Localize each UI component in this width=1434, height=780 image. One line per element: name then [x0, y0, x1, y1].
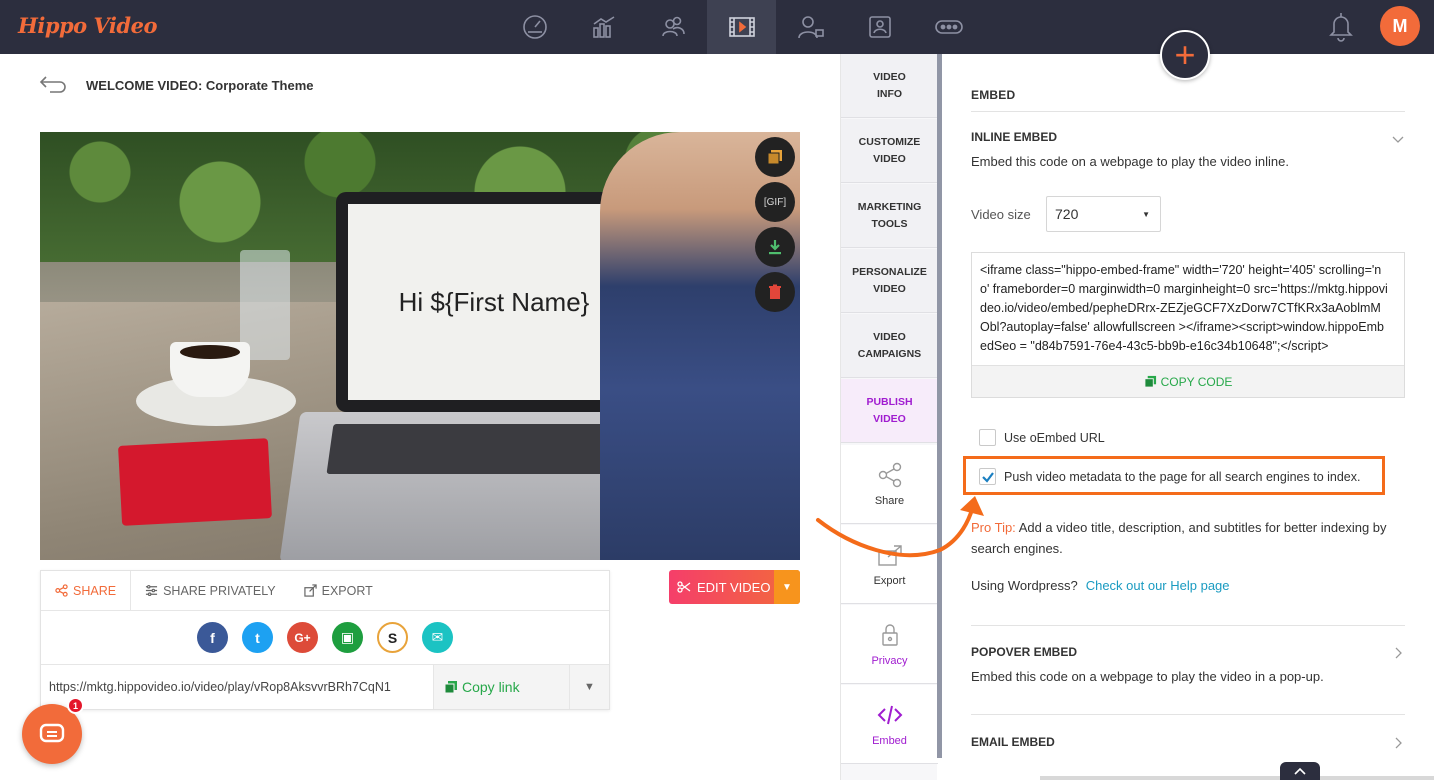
scissors-icon	[677, 581, 691, 593]
hippo-video-logo[interactable]: Hippo Video	[18, 13, 157, 38]
share-panel: SHARE SHARE PRIVATELY EXPORT f t G+ ▣ S …	[40, 570, 610, 710]
download-button[interactable]	[755, 227, 795, 267]
chat-notification-badge: 1	[67, 697, 84, 714]
chevron-right-icon[interactable]	[1392, 737, 1404, 749]
publish-side-menu: VIDEO INFO CUSTOMIZE VIDEO MARKETING TOOLS …	[840, 54, 938, 780]
inline-embed-desc: Embed this code on a webpage to play the…	[971, 154, 1289, 169]
laptop-screen: Hi ${First Name}	[348, 204, 640, 400]
side-menu-customize-video[interactable]: CUSTOMIZE VIDEO	[841, 119, 938, 183]
code-icon	[877, 705, 902, 725]
analytics-icon[interactable]	[569, 0, 638, 54]
facebook-icon: f	[210, 629, 215, 646]
export-icon	[303, 584, 317, 597]
email-share-button[interactable]: ✉	[422, 622, 453, 653]
side-menu-publish-video[interactable]: PUBLISH VIDEO	[841, 379, 938, 443]
email-embed-title[interactable]: EMAIL EMBED	[971, 735, 1055, 749]
social-share-row: f t G+ ▣ S ✉	[41, 611, 609, 665]
bell-icon[interactable]	[1326, 10, 1356, 42]
download-icon	[769, 240, 781, 255]
twitter-share-button[interactable]: t	[242, 622, 273, 653]
duplicate-video-button[interactable]	[755, 137, 795, 177]
dashboard-icon[interactable]	[500, 0, 569, 54]
screen-text: Hi ${First Name}	[398, 286, 590, 317]
chevron-right-icon[interactable]	[1392, 647, 1404, 659]
video-size-select[interactable]: 720 ▼	[1046, 196, 1161, 232]
sliders-icon	[146, 584, 158, 597]
use-oembed-option[interactable]: Use oEmbed URL	[979, 429, 1105, 446]
popover-embed-title[interactable]: POPOVER EMBED	[971, 645, 1077, 659]
video-size-label: Video size	[971, 207, 1031, 222]
twitter-icon: t	[255, 629, 260, 646]
google-plus-share-button[interactable]: G+	[287, 622, 318, 653]
tab-share[interactable]: SHARE	[41, 571, 132, 610]
gif-button[interactable]: [GIF]	[755, 182, 795, 222]
pro-tip: Pro Tip: Add a video title, description,…	[971, 517, 1405, 559]
gif-icon: [GIF]	[763, 196, 787, 208]
create-plus-button[interactable]: +	[1160, 30, 1210, 80]
nav-icons	[500, 0, 983, 54]
copy-link-button[interactable]: Copy link	[434, 665, 570, 709]
google-classroom-share-button[interactable]: ▣	[332, 622, 363, 653]
pro-tip-text: Add a video title, description, and subt…	[971, 520, 1387, 556]
tab-share-privately[interactable]: SHARE PRIVATELY	[131, 571, 290, 610]
pro-tip-label: Pro Tip:	[971, 520, 1016, 535]
scroll-to-top-button[interactable]	[1280, 762, 1320, 780]
share-tabs: SHARE SHARE PRIVATELY EXPORT	[41, 571, 609, 611]
slack-share-button[interactable]: S	[377, 622, 408, 653]
side-menu-embed[interactable]: Embed	[841, 685, 938, 764]
highlight-box	[963, 456, 1385, 495]
back-arrow-icon[interactable]	[38, 74, 68, 94]
inline-embed-title[interactable]: INLINE EMBED	[971, 130, 1057, 144]
profile-icon[interactable]	[845, 0, 914, 54]
edit-video-dropdown[interactable]: ▼	[774, 570, 800, 604]
video-player[interactable]: Hi ${First Name} [GIF]	[40, 132, 800, 560]
link-options-dropdown[interactable]: ▼	[570, 665, 609, 709]
share-icon	[55, 584, 68, 597]
side-menu-privacy[interactable]: Privacy	[841, 605, 938, 684]
google-plus-icon: G+	[294, 630, 311, 645]
edit-video-button[interactable]: EDIT VIDEO ▼	[669, 570, 800, 604]
copy-icon	[767, 150, 782, 165]
videos-icon[interactable]	[707, 0, 776, 54]
copy-icon	[444, 681, 457, 694]
copy-code-button[interactable]: COPY CODE	[972, 365, 1404, 397]
side-menu-personalize-video[interactable]: PERSONALIZE VIDEO	[841, 249, 938, 313]
contacts-icon[interactable]	[638, 0, 707, 54]
wordpress-help-row: Using Wordpress? Check out our Help page	[971, 578, 1230, 593]
use-oembed-checkbox[interactable]	[979, 429, 996, 446]
page-title: WELCOME VIDEO: Corporate Theme	[86, 78, 314, 93]
side-menu-video-info[interactable]: VIDEO INFO	[841, 54, 938, 118]
trash-icon	[769, 284, 781, 299]
user-avatar[interactable]: M	[1380, 6, 1420, 46]
side-menu-video-campaigns[interactable]: VIDEO CAMPAIGNS	[841, 314, 938, 378]
caret-down-icon: ▼	[1142, 210, 1150, 219]
personalize-icon[interactable]	[776, 0, 845, 54]
top-nav: Hippo Video M	[0, 0, 1434, 54]
side-menu-marketing-tools[interactable]: MARKETING TOOLS	[841, 184, 938, 248]
more-icon[interactable]	[914, 0, 983, 54]
facebook-share-button[interactable]: f	[197, 622, 228, 653]
lock-icon	[881, 624, 898, 646]
embed-code-box[interactable]: <iframe class="hippo-embed-frame" width=…	[971, 252, 1405, 398]
embed-title: EMBED	[971, 88, 1016, 102]
tab-export[interactable]: EXPORT	[290, 571, 387, 610]
caret-down-icon: ▼	[584, 681, 595, 693]
delete-button[interactable]	[755, 272, 795, 312]
google-classroom-icon: ▣	[340, 629, 355, 645]
help-page-link[interactable]: Check out our Help page	[1086, 578, 1230, 593]
embed-code-text[interactable]: <iframe class="hippo-embed-frame" width=…	[980, 261, 1390, 363]
popover-embed-desc: Embed this code on a webpage to play the…	[971, 669, 1324, 684]
email-icon: ✉	[431, 629, 444, 645]
chat-icon	[39, 723, 65, 743]
share-icon	[878, 462, 901, 488]
copy-icon	[1144, 375, 1156, 388]
chevron-down-icon[interactable]	[1392, 133, 1404, 145]
side-menu-divider	[937, 54, 942, 758]
slack-icon: S	[387, 629, 398, 646]
chevron-up-icon	[1294, 767, 1306, 775]
share-link-url[interactable]: https://mktg.hippovideo.io/video/play/vR…	[41, 665, 434, 709]
share-link-row: https://mktg.hippovideo.io/video/play/vR…	[41, 665, 609, 709]
